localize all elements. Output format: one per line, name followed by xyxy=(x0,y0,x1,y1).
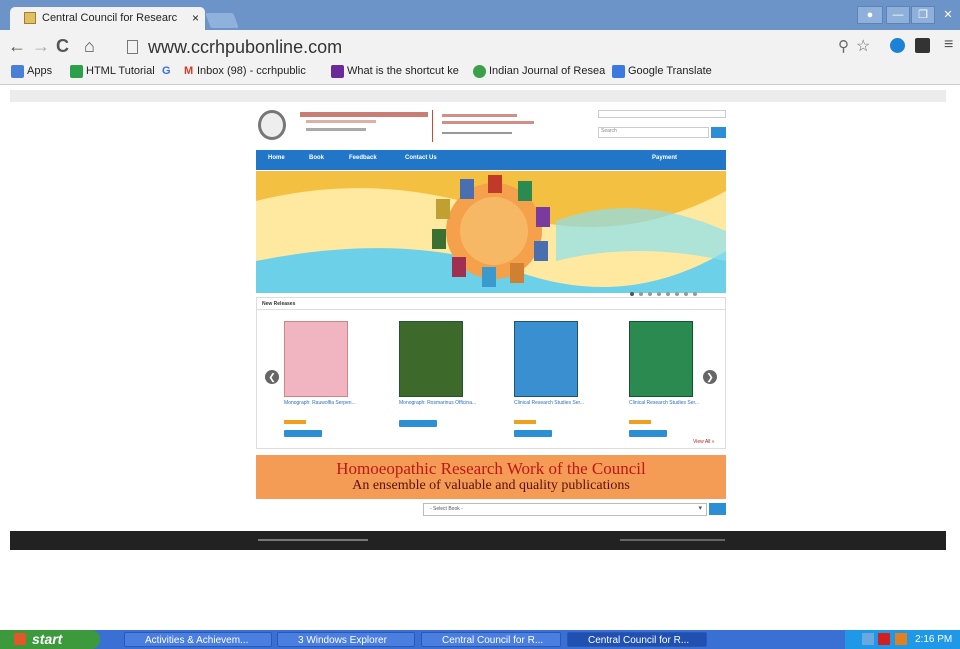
carousel-prev-icon[interactable]: ❮ xyxy=(265,370,279,384)
star-icon[interactable]: ☆ xyxy=(856,36,870,56)
currency-select[interactable] xyxy=(598,110,726,118)
taskbar-item[interactable]: 3 Windows Explorer xyxy=(277,632,415,647)
add-to-cart-button[interactable] xyxy=(629,430,667,437)
start-button[interactable]: start xyxy=(0,630,100,649)
tray-network-icon[interactable] xyxy=(862,633,874,645)
start-label: start xyxy=(32,631,63,647)
minimize-icon[interactable]: — xyxy=(886,6,910,24)
tray-antivirus-icon[interactable] xyxy=(878,633,890,645)
book-cover[interactable] xyxy=(399,321,463,397)
extension-2-icon[interactable] xyxy=(915,38,930,53)
taskbar-item-active[interactable]: Central Council for R... xyxy=(567,632,707,647)
menu-icon[interactable]: ≡ xyxy=(944,36,953,54)
reload-icon[interactable]: C xyxy=(56,36,69,57)
back-icon[interactable]: ← xyxy=(8,36,26,57)
book-title[interactable]: Monograph: Rauwolfia Serpen... xyxy=(284,400,356,406)
logo-tagline xyxy=(306,128,366,131)
user-icon[interactable]: ● xyxy=(857,6,883,24)
rating-stars xyxy=(514,420,536,424)
windows-logo-icon xyxy=(14,633,26,645)
nav-contact-us[interactable]: Contact Us xyxy=(405,155,437,161)
logo-english-text-2 xyxy=(442,121,534,124)
rating-stars xyxy=(284,420,306,424)
logo-divider xyxy=(432,110,433,142)
carousel-next-icon[interactable]: ❯ xyxy=(703,370,717,384)
translate-icon[interactable] xyxy=(612,65,625,78)
book-cover[interactable] xyxy=(284,321,348,397)
html-tutorial-icon[interactable] xyxy=(70,65,83,78)
logo-hindi-subtext xyxy=(306,120,376,123)
bookmark-inbox[interactable]: Inbox (98) - ccrhpublic xyxy=(197,65,306,77)
extension-icon[interactable] xyxy=(890,38,905,53)
page-icon xyxy=(127,40,138,54)
footer-links[interactable] xyxy=(258,539,368,541)
site-top-strip xyxy=(10,90,946,102)
add-to-cart-button[interactable] xyxy=(284,430,322,437)
search-input[interactable]: Search xyxy=(598,127,709,138)
close-window-icon[interactable]: ✕ xyxy=(936,6,960,24)
nav-feedback[interactable]: Feedback xyxy=(349,155,377,161)
restore-icon[interactable]: ❐ xyxy=(911,6,935,24)
browser-tab[interactable]: Central Council for Researc × xyxy=(10,7,205,30)
banner-subline: An ensemble of valuable and quality publ… xyxy=(352,478,630,493)
book-title[interactable]: Monograph: Rosmarinus Officina... xyxy=(399,400,476,406)
add-to-cart-button[interactable] xyxy=(514,430,552,437)
book-title[interactable]: Clinical Research Studies Ser... xyxy=(514,400,584,406)
tray-app-icon[interactable] xyxy=(895,633,907,645)
clock[interactable]: 2:16 PM xyxy=(915,634,952,645)
select-book-value: - Select Book - xyxy=(430,506,463,512)
url-text[interactable]: www.ccrhpubonline.com xyxy=(148,37,342,58)
bookmark-apps[interactable]: Apps xyxy=(27,65,52,77)
bookmark-journal[interactable]: Indian Journal of Resea xyxy=(489,65,605,77)
logo-ministry-text xyxy=(442,132,512,134)
nav-payment[interactable]: Payment xyxy=(652,155,677,161)
chevron-down-icon: ▾ xyxy=(698,505,702,512)
logo-hindi-text xyxy=(300,112,428,117)
section-divider xyxy=(257,309,725,310)
rating-stars xyxy=(629,420,651,424)
banner-headline: Homoeopathic Research Work of the Counci… xyxy=(336,459,646,478)
go-button[interactable] xyxy=(709,503,726,515)
view-all-link[interactable]: View All » xyxy=(693,439,715,445)
zoom-icon[interactable]: ⚲ xyxy=(838,37,849,55)
council-emblem-logo xyxy=(258,110,286,140)
bookmark-shortcut[interactable]: What is the shortcut ke xyxy=(347,65,459,77)
journal-icon[interactable] xyxy=(473,65,486,78)
new-tab-button[interactable] xyxy=(205,13,239,28)
book-cover[interactable] xyxy=(514,321,578,397)
bookmark-google[interactable]: G xyxy=(162,65,171,77)
footer-copyright xyxy=(620,539,725,541)
nav-book[interactable]: Book xyxy=(309,155,324,161)
tab-title: Central Council for Researc xyxy=(42,12,178,24)
home-icon[interactable]: ⌂ xyxy=(84,36,95,57)
close-tab-icon[interactable]: × xyxy=(192,11,199,25)
taskbar-item[interactable]: Activities & Achievem... xyxy=(124,632,272,647)
gmail-icon[interactable]: M xyxy=(184,65,193,77)
forward-icon[interactable]: → xyxy=(32,36,50,57)
hero-slider[interactable] xyxy=(256,171,726,293)
apps-icon[interactable] xyxy=(11,65,24,78)
bookmark-html-tutorial[interactable]: HTML Tutorial xyxy=(86,65,155,77)
search-button[interactable] xyxy=(711,127,726,138)
nav-home[interactable]: Home xyxy=(268,155,285,161)
yahoo-icon[interactable] xyxy=(331,65,344,78)
bookmark-translate[interactable]: Google Translate xyxy=(628,65,712,77)
site-footer xyxy=(10,531,946,550)
select-book-dropdown[interactable]: - Select Book - ▾ xyxy=(423,503,707,516)
taskbar-item[interactable]: Central Council for R... xyxy=(421,632,561,647)
logo-english-text xyxy=(442,114,517,117)
section-title: New Releases xyxy=(262,301,296,307)
book-title[interactable]: Clinical Research Studies Ser... xyxy=(629,400,699,406)
page-favicon-icon xyxy=(24,12,36,24)
add-to-cart-button[interactable] xyxy=(399,420,437,427)
book-cover[interactable] xyxy=(629,321,693,397)
